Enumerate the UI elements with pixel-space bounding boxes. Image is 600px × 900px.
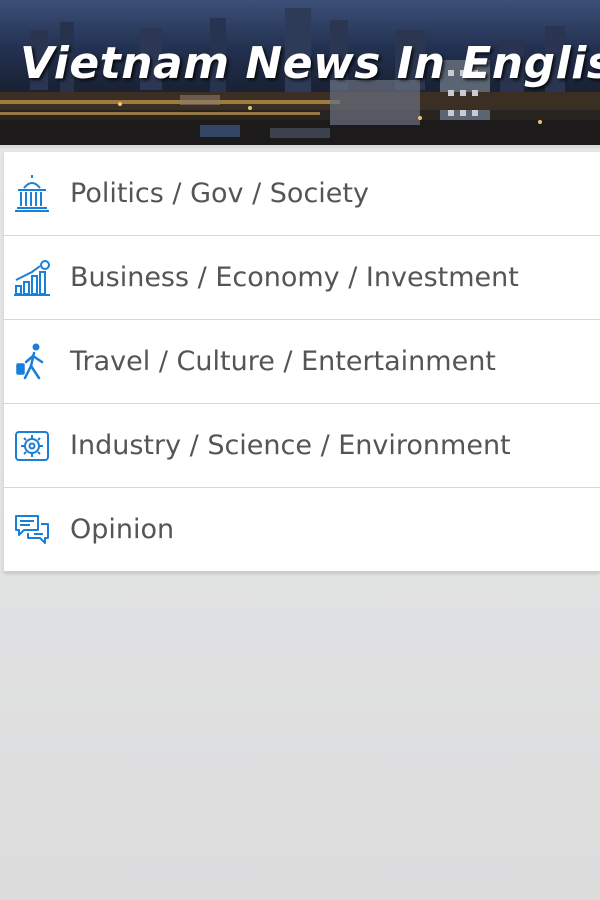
traveler-icon	[10, 340, 54, 384]
speech-bubbles-icon	[10, 508, 54, 552]
menu-item-travel[interactable]: Travel / Culture / Entertainment	[4, 320, 600, 404]
app-screen: Vietnam News In English Politics / Gov /…	[0, 0, 600, 900]
header-banner: Vietnam News In English	[0, 0, 600, 148]
app-title: Vietnam News In English	[20, 38, 600, 89]
industry-gear-icon	[10, 424, 54, 468]
menu-item-label: Opinion	[70, 514, 175, 545]
menu-item-label: Politics / Gov / Society	[70, 178, 369, 209]
government-building-icon	[10, 172, 54, 216]
menu-item-label: Business / Economy / Investment	[70, 262, 519, 293]
menu-item-label: Industry / Science / Environment	[70, 430, 511, 461]
menu-item-opinion[interactable]: Opinion	[4, 488, 600, 572]
menu-item-industry[interactable]: Industry / Science / Environment	[4, 404, 600, 488]
menu-item-label: Travel / Culture / Entertainment	[70, 346, 496, 377]
menu-item-politics[interactable]: Politics / Gov / Society	[4, 152, 600, 236]
business-chart-icon	[10, 256, 54, 300]
menu-item-business[interactable]: Business / Economy / Investment	[4, 236, 600, 320]
category-menu: Politics / Gov / Society Business / Econ…	[4, 152, 600, 572]
